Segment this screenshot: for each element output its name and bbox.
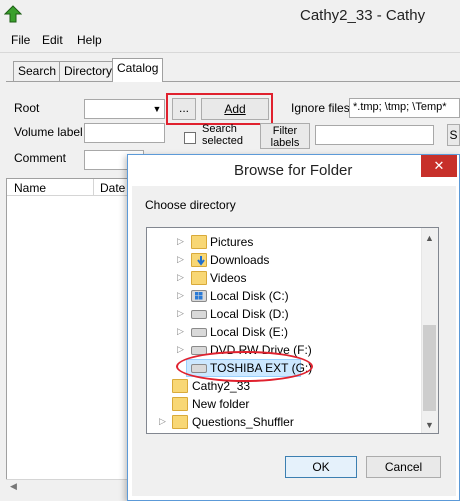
ignore-files-label: Ignore files	[291, 101, 350, 115]
expand-arrow-icon[interactable]: ▷	[177, 254, 185, 264]
catalog-list[interactable]	[6, 178, 146, 496]
tree-item-label: Local Disk (E:)	[210, 325, 289, 339]
drive-icon	[191, 328, 207, 337]
highlight-oval	[176, 351, 313, 382]
filter-labels-button[interactable]: Filter labels	[260, 123, 310, 149]
tree-item-local-disk-e[interactable]: ▷ Local Disk (E:)	[147, 323, 422, 341]
scroll-thumb[interactable]	[423, 325, 436, 411]
folder-icon	[172, 415, 188, 429]
dialog-title: Browse for Folder	[234, 162, 353, 179]
pictures-folder-icon	[191, 235, 207, 249]
videos-folder-icon	[191, 271, 207, 285]
side-button[interactable]: S	[447, 124, 460, 146]
tree-item-label: Downloads	[210, 253, 270, 267]
tree-item-label: Local Disk (D:)	[210, 307, 289, 321]
search-selected-label: Search selected	[202, 123, 243, 147]
expand-arrow-icon[interactable]: ▷	[159, 416, 167, 426]
close-icon[interactable]: ✕	[421, 155, 457, 177]
search-selected-checkbox[interactable]	[184, 132, 196, 144]
tree-item-cathy2-33[interactable]: Cathy2_33	[147, 377, 422, 395]
menu-edit[interactable]: Edit	[42, 33, 63, 47]
volume-label: Volume label	[14, 125, 83, 139]
folder-icon	[172, 397, 188, 411]
expand-arrow-icon[interactable]: ▷	[177, 236, 185, 246]
root-label: Root	[14, 101, 40, 115]
tab-strip-border	[6, 81, 460, 82]
expand-arrow-icon[interactable]: ▷	[177, 308, 185, 318]
chevron-down-icon[interactable]: ▼	[150, 100, 164, 118]
tree-item-pictures[interactable]: ▷ Pictures	[147, 233, 422, 251]
tree-item-label: Questions_Shuffler	[192, 415, 294, 429]
browse-button[interactable]: ...	[172, 98, 196, 120]
tree-item-label: New folder	[192, 397, 250, 411]
column-name[interactable]: Name	[14, 181, 46, 195]
column-separator	[93, 179, 94, 196]
tree-item-label: Pictures	[210, 235, 254, 249]
menu-divider	[0, 52, 460, 53]
tree-item-videos[interactable]: ▷ Videos	[147, 269, 422, 287]
dialog-prompt: Choose directory	[145, 198, 236, 212]
app-logo-icon	[3, 5, 23, 23]
downloads-folder-icon	[191, 253, 207, 267]
window-title: Cathy2_33 - Cathy	[300, 7, 426, 24]
cancel-button[interactable]: Cancel	[366, 456, 441, 478]
drive-icon	[191, 310, 207, 319]
tree-item-new-folder[interactable]: New folder	[147, 395, 422, 413]
filter-labels-input[interactable]	[315, 125, 434, 145]
scroll-up-icon[interactable]: ▲	[425, 233, 434, 243]
expand-arrow-icon[interactable]: ▷	[177, 344, 185, 354]
tree-item-local-disk-d[interactable]: ▷ Local Disk (D:)	[147, 305, 422, 323]
comment-label: Comment	[14, 151, 67, 165]
folder-icon	[172, 379, 188, 393]
tree-item-questions-shuffler[interactable]: ▷ Questions_Shuffler	[147, 413, 422, 431]
folder-tree[interactable]: ▷ Pictures ▷ Downloads ▷ Videos ▷ Local …	[146, 227, 439, 434]
tree-item-label: Local Disk (C:)	[210, 289, 289, 303]
list-horizontal-scrollbar[interactable]	[6, 479, 130, 496]
tab-search[interactable]: Search	[13, 61, 62, 81]
expand-arrow-icon[interactable]: ▷	[177, 290, 185, 300]
system-drive-icon	[191, 290, 207, 302]
ignore-files-input[interactable]: *.tmp; \tmp; \Temp*	[349, 98, 460, 118]
menu-file[interactable]: File	[11, 33, 30, 47]
column-date[interactable]: Date	[100, 181, 125, 195]
tree-item-local-disk-c[interactable]: ▷ Local Disk (C:)	[147, 287, 422, 305]
tree-item-label: Videos	[210, 271, 247, 285]
expand-arrow-icon[interactable]: ▷	[177, 272, 185, 282]
volume-label-input[interactable]	[84, 123, 165, 143]
scroll-left-icon[interactable]: ◀	[10, 481, 17, 492]
tab-catalog[interactable]: Catalog	[112, 58, 164, 82]
tab-directory[interactable]: Directory	[59, 61, 118, 81]
menu-help[interactable]: Help	[77, 33, 102, 47]
scroll-down-icon[interactable]: ▼	[425, 420, 434, 430]
tree-item-downloads[interactable]: ▷ Downloads	[147, 251, 422, 269]
menu-bar	[0, 31, 460, 51]
expand-arrow-icon[interactable]: ▷	[177, 326, 185, 336]
ok-button[interactable]: OK	[285, 456, 357, 478]
add-button[interactable]: Add	[201, 98, 269, 120]
